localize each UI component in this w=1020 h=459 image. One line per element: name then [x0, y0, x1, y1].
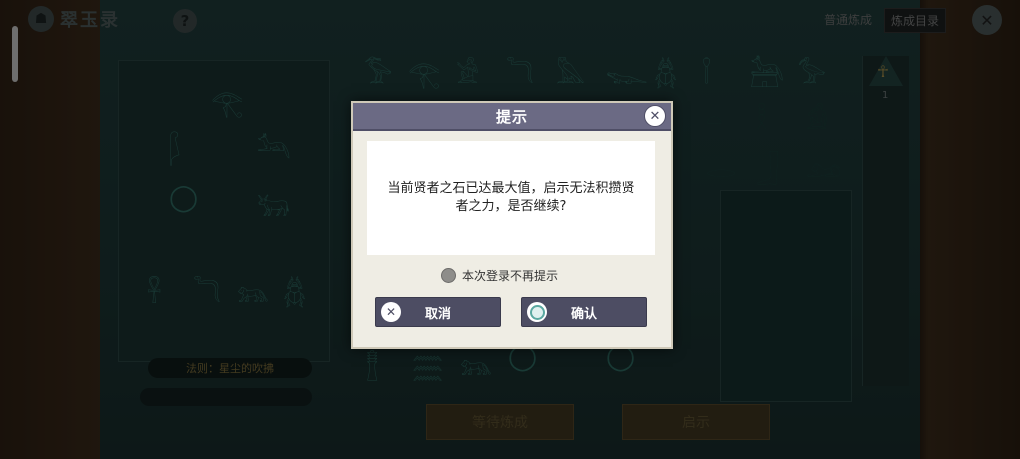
no-prompt-label: 本次登录不再提示: [462, 269, 559, 283]
confirm-dialog: 提示 ✕ 当前贤者之石已达最大值，启示无法积攒贤者之力，是否继续? 本次登录不再…: [351, 101, 673, 349]
confirm-button[interactable]: 确认: [521, 297, 647, 327]
cancel-label: 取消: [424, 306, 451, 322]
cancel-x-icon: ✕: [381, 302, 401, 322]
no-prompt-radio[interactable]: [441, 268, 456, 283]
confirm-ring-icon: [527, 302, 547, 322]
cancel-button[interactable]: ✕ 取消: [375, 297, 501, 327]
close-icon[interactable]: ✕: [644, 105, 666, 127]
dialog-title: 提示: [495, 107, 528, 126]
dialog-message-box: 当前贤者之石已达最大值，启示无法积攒贤者之力，是否继续?: [367, 141, 655, 255]
dialog-message: 当前贤者之石已达最大值，启示无法积攒贤者之力，是否继续?: [387, 181, 635, 214]
confirm-label: 确认: [570, 306, 597, 322]
no-prompt-option[interactable]: 本次登录不再提示: [441, 267, 558, 284]
dialog-header: 提示 ✕: [353, 103, 671, 131]
